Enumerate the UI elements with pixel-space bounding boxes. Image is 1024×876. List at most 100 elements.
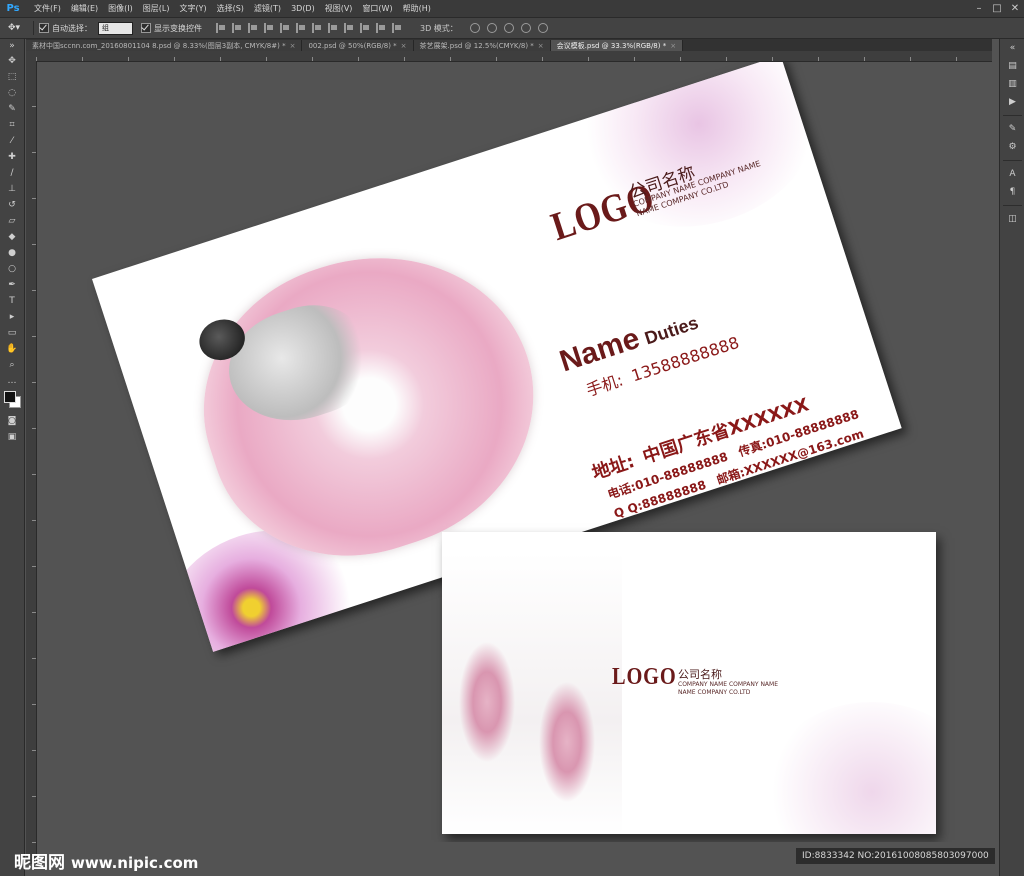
tab-document-4[interactable]: 会议模板.psd @ 33.3%(RGB/8) * × [550,40,684,51]
align-top-icon[interactable] [264,23,274,33]
shape-tool-icon[interactable]: ▭ [0,325,24,341]
auto-select-label: 自动选择： [52,23,92,33]
brush-tool-icon[interactable]: ∕ [0,165,24,181]
3d-roll-icon[interactable] [486,23,497,33]
history-brush-tool-icon[interactable]: ↺ [0,197,24,213]
actions-panel-icon[interactable]: ▶ [1000,93,1024,111]
align-right-icon[interactable] [248,23,258,33]
flower-decoration [762,702,936,834]
back-logo: LOGO [612,664,677,690]
paragraph-panel-icon[interactable]: ¶ [1000,183,1024,201]
menu-select[interactable]: 选择(S) [212,3,249,14]
blur-tool-icon[interactable]: ● [0,245,24,261]
character-panel-icon[interactable]: A [1000,165,1024,183]
photoshop-logo-icon: Ps [6,3,20,14]
tool-presets-icon[interactable]: ⚙ [1000,138,1024,156]
menu-3d[interactable]: 3D(D) [286,4,320,13]
3d-panel-icon[interactable]: ◫ [1000,210,1024,228]
back-company-name-en: COMPANY NAME COMPANY NAME [678,681,779,688]
menu-view[interactable]: 视图(V) [320,3,358,14]
move-tool-icon[interactable]: ✥ [0,53,24,69]
path-select-tool-icon[interactable]: ▸ [0,309,24,325]
align-middle-icon[interactable] [280,23,290,33]
eyedropper-tool-icon[interactable]: ⁄ [0,133,24,149]
menu-edit[interactable]: 编辑(E) [66,3,103,14]
3d-mode-label: 3D 模式： [420,23,458,33]
auto-select-dropdown[interactable]: 组 [98,21,133,35]
zoom-tool-icon[interactable]: ⌕ [0,357,24,373]
properties-panel-icon[interactable]: ▥ [1000,75,1024,93]
ruler-origin[interactable] [26,51,36,61]
maximize-icon[interactable]: □ [988,0,1006,17]
extra-tools-icon[interactable]: … [0,373,24,389]
tab-document-3[interactable]: 茶艺展架.psd @ 12.5%(CMYK/8) * × [413,40,551,51]
tab-close-icon[interactable]: × [538,42,544,50]
options-separator [33,21,34,35]
align-bottom-icon[interactable] [296,23,306,33]
move-tool-preset-icon[interactable]: ✥▾ [0,23,28,33]
menu-bar: Ps 文件(F) 编辑(E) 图像(I) 图层(L) 文字(Y) 选择(S) 滤… [0,0,1024,18]
tab-close-icon[interactable]: × [401,42,407,50]
minimize-icon[interactable]: – [970,0,988,17]
menu-layer[interactable]: 图层(L) [138,3,175,14]
panel-collapse-icon[interactable]: « [1000,39,1024,57]
watermark-footer: 昵图网 www.nipic.com ID:8833342 NO:201610080… [0,842,1024,876]
site-url: www.nipic.com [71,854,199,872]
type-tool-icon[interactable]: T [0,293,24,309]
site-name-cn: 昵图网 [14,853,65,873]
menu-help[interactable]: 帮助(H) [398,3,436,14]
3d-drag-icon[interactable] [503,23,514,33]
ballet-shoes-image [442,552,622,834]
right-panel-strip: « ▤ ▥ ▶ ✎ ⚙ A ¶ ◫ [999,39,1024,876]
close-icon[interactable]: ✕ [1006,0,1024,17]
healing-brush-tool-icon[interactable]: ✚ [0,149,24,165]
pen-tool-icon[interactable]: ✒ [0,277,24,293]
clone-stamp-tool-icon[interactable]: ⊥ [0,181,24,197]
mobile-label: 手机: [583,370,626,401]
auto-select-checkbox[interactable] [39,23,49,33]
distribute-middle-icon[interactable] [376,23,386,33]
align-buttons [216,23,402,33]
hand-tool-icon[interactable]: ✋ [0,341,24,357]
menu-image[interactable]: 图像(I) [103,3,138,14]
3d-scale-icon[interactable] [537,23,548,33]
crop-tool-icon[interactable]: ⌗ [0,117,24,133]
quick-mask-icon[interactable]: ◙ [0,413,24,429]
tab-label: 茶艺展架.psd @ 12.5%(CMYK/8) * [419,41,534,50]
align-left-icon[interactable] [216,23,226,33]
eraser-tool-icon[interactable]: ▱ [0,213,24,229]
show-transform-checkbox[interactable] [141,23,151,33]
menu-file[interactable]: 文件(F) [29,3,66,14]
tab-label: 素材中国sccnn.com_20160801104 8.psd @ 8.33%(… [32,41,286,50]
tab-label: 002.psd @ 50%(RGB/8) * [308,41,397,50]
history-panel-icon[interactable]: ▤ [1000,57,1024,75]
tab-document-1[interactable]: 素材中国sccnn.com_20160801104 8.psd @ 8.33%(… [26,40,303,51]
distribute-left-icon[interactable] [312,23,322,33]
foreground-color-swatch[interactable] [4,391,16,403]
menu-window[interactable]: 窗口(W) [357,3,397,14]
business-card-back: LOGO 公司名称 COMPANY NAME COMPANY NAME NAME… [442,532,936,834]
lasso-tool-icon[interactable]: ◌ [0,85,24,101]
distribute-top-icon[interactable] [360,23,370,33]
align-center-icon[interactable] [232,23,242,33]
screen-mode-icon[interactable]: ▣ [0,429,24,445]
3d-rotate-icon[interactable] [469,23,480,33]
dodge-tool-icon[interactable]: ○ [0,261,24,277]
paint-bucket-tool-icon[interactable]: ◆ [0,229,24,245]
tab-label: 会议模板.psd @ 33.3%(RGB/8) * [556,41,667,50]
quick-select-tool-icon[interactable]: ✎ [0,101,24,117]
menu-filter[interactable]: 滤镜(T) [249,3,286,14]
document-canvas[interactable]: LOGO 公司名称 COMPANY NAME COMPANY NAME NAME… [36,62,999,842]
tab-document-2[interactable]: 002.psd @ 50%(RGB/8) * × [302,40,414,51]
brush-panel-icon[interactable]: ✎ [1000,120,1024,138]
distribute-center-icon[interactable] [328,23,338,33]
menu-type[interactable]: 文字(Y) [174,3,211,14]
toolbar-grip-icon[interactable]: » [0,39,24,53]
distribute-right-icon[interactable] [344,23,354,33]
marquee-tool-icon[interactable]: ⬚ [0,69,24,85]
tab-close-icon[interactable]: × [670,42,676,50]
3d-slide-icon[interactable] [520,23,531,33]
distribute-bottom-icon[interactable] [392,23,402,33]
horizontal-ruler[interactable] [36,51,992,62]
tab-close-icon[interactable]: × [290,42,296,50]
